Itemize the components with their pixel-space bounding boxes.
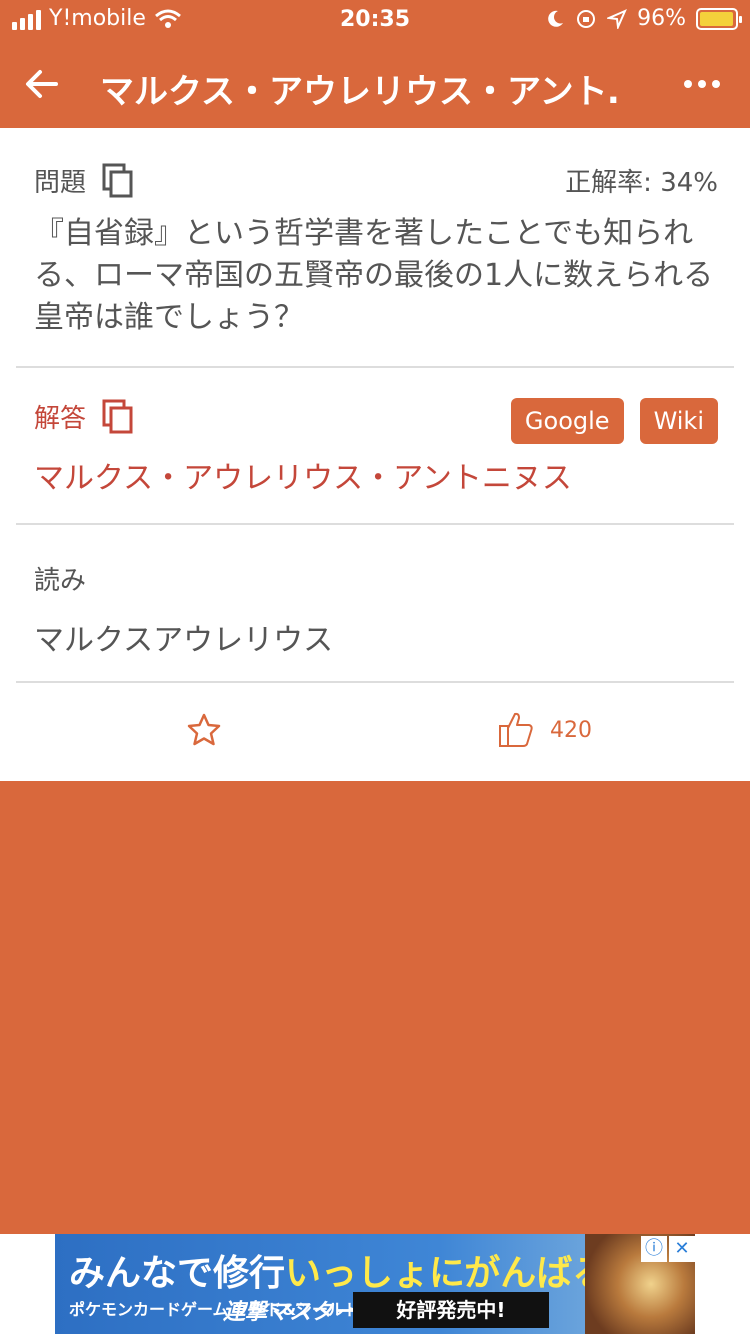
ad-info-icon[interactable]: ⓘ: [641, 1236, 667, 1262]
copy-icon[interactable]: [102, 399, 134, 435]
thumbs-up-icon[interactable]: [498, 710, 534, 748]
question-section: 問題 正解率: 34% 『自省録』という哲学書を著したことでも知られる、ローマ帝…: [34, 162, 718, 339]
wiki-button[interactable]: Wiki: [639, 398, 718, 444]
action-bar: 420: [0, 698, 750, 758]
like-count: 420: [550, 718, 592, 743]
divider: [16, 681, 734, 683]
page-title: マルクス・アウレリウス・アント…: [100, 72, 620, 112]
copy-icon[interactable]: [102, 163, 134, 199]
reading-section: 読み マルクスアウレリウス: [34, 560, 718, 659]
back-arrow-icon[interactable]: [22, 64, 62, 104]
divider: [16, 523, 734, 525]
ad-cta: 好評発売中!: [353, 1292, 549, 1328]
answer-label: 解答: [34, 404, 87, 434]
more-menu-icon[interactable]: [684, 80, 720, 88]
answer-section: 解答 Google Wiki マルクス・アウレリウス・アントニヌス: [34, 398, 718, 497]
accuracy-rate: 正解率: 34%: [565, 168, 718, 198]
question-text: 『自省録』という哲学書を著したことでも知られる、ローマ帝国の五賢帝の最後の1人に…: [34, 216, 714, 335]
rotation-lock-icon: [577, 9, 596, 28]
ad-banner-area: みんなで修行いっしょにがんばる! ポケモンカードゲーム ソード&シールド 連撃マ…: [0, 1234, 750, 1334]
question-label: 問題: [34, 168, 87, 198]
star-icon[interactable]: [186, 712, 222, 748]
close-icon[interactable]: ✕: [669, 1236, 695, 1262]
quiz-card: 問題 正解率: 34% 『自省録』という哲学書を著したことでも知られる、ローマ帝…: [0, 128, 750, 781]
reading-text: マルクスアウレリウス: [34, 623, 334, 658]
ad-headline: みんなで修行いっしょにがんばる!: [69, 1244, 625, 1296]
ad-headline-a: みんなで修行: [69, 1253, 286, 1294]
ad-headline-b: いっしょにがんばる!: [285, 1253, 625, 1294]
battery-percent: 96%: [637, 6, 686, 31]
battery-icon: [696, 7, 742, 30]
ad-banner[interactable]: みんなで修行いっしょにがんばる! ポケモンカードゲーム ソード&シールド 連撃マ…: [55, 1234, 695, 1334]
divider: [16, 366, 734, 368]
nav-bar: マルクス・アウレリウス・アント…: [0, 44, 750, 128]
moon-icon: [548, 10, 564, 27]
location-icon: [607, 8, 628, 29]
status-bar: Y!mobile 20:35 96%: [0, 0, 750, 44]
google-button[interactable]: Google: [510, 398, 624, 444]
ad-product: 連撃マスター: [223, 1300, 356, 1325]
answer-text: マルクス・アウレリウス・アントニヌス: [34, 461, 572, 496]
reading-label: 読み: [34, 566, 87, 596]
